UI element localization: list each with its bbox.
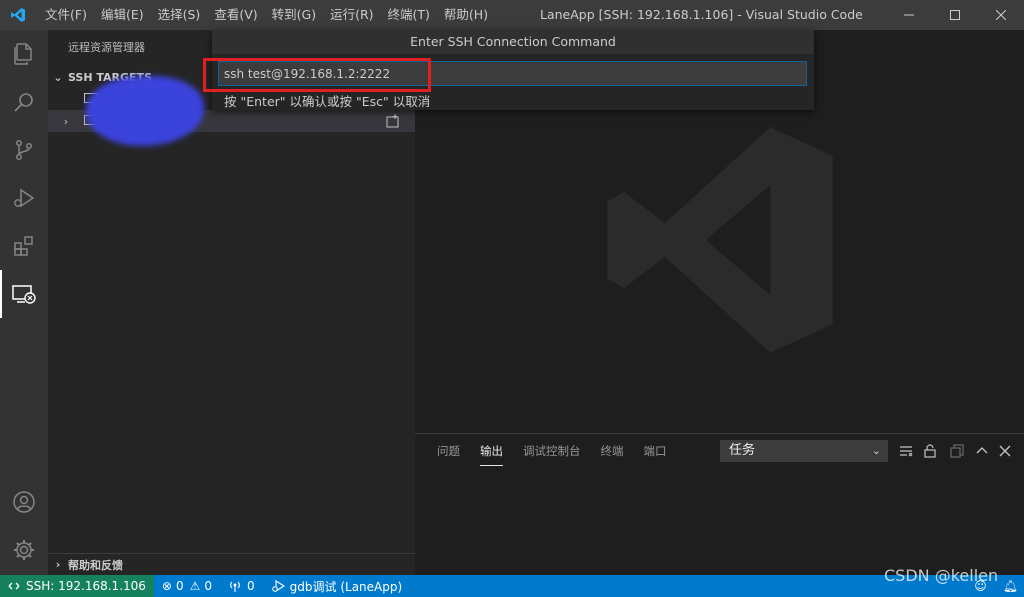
debug-icon <box>271 580 285 592</box>
minimize-button[interactable] <box>886 0 932 30</box>
output-channel-select[interactable]: 任务 ⌄ <box>720 440 888 462</box>
tab-ports[interactable]: 端口 <box>634 434 677 468</box>
window-controls <box>886 0 1024 30</box>
remote-indicator[interactable]: SSH: 192.168.1.106 <box>0 575 154 597</box>
highlight-annotation <box>203 58 431 92</box>
debug-config-indicator[interactable]: gdb调试 (LaneApp) <box>263 575 411 597</box>
quick-input-hint: 按 "Enter" 以确认或按 "Esc" 以取消 <box>224 94 431 109</box>
warning-icon: ⚠ <box>189 579 201 593</box>
maximize-icon <box>950 10 960 20</box>
ports-count: 0 <box>247 579 255 593</box>
notifications-bell-icon[interactable]: 🔔︎ <box>1003 579 1018 593</box>
new-window-icon[interactable] <box>385 113 401 129</box>
debug-config-label: gdb调试 (LaneApp) <box>289 579 403 594</box>
open-log-button[interactable] <box>948 442 966 460</box>
account-icon[interactable] <box>0 478 48 526</box>
tab-terminal[interactable]: 终端 <box>591 434 634 468</box>
menu-selection[interactable]: 选择(S) <box>151 0 208 30</box>
search-icon[interactable] <box>0 78 48 126</box>
close-panel-button[interactable] <box>996 442 1014 460</box>
chevron-down-icon: ⌄ <box>53 70 63 84</box>
extensions-icon[interactable] <box>0 222 48 270</box>
menu-bar: 文件(F) 编辑(E) 选择(S) 查看(V) 转到(G) 运行(R) 终端(T… <box>38 0 495 30</box>
title-bar: 文件(F) 编辑(E) 选择(S) 查看(V) 转到(G) 运行(R) 终端(T… <box>0 0 1024 30</box>
chevron-down-icon: ⌄ <box>871 444 881 457</box>
sidebar-title: 远程资源管理器 <box>68 41 145 54</box>
help-feedback-label: 帮助和反馈 <box>68 558 123 572</box>
menu-edit[interactable]: 编辑(E) <box>94 0 151 30</box>
menu-terminal[interactable]: 终端(T) <box>381 0 437 30</box>
menu-file[interactable]: 文件(F) <box>38 0 94 30</box>
source-watermark: CSDN @kellen <box>884 566 999 585</box>
lock-scroll-button[interactable] <box>921 442 939 460</box>
clear-list-icon <box>900 446 913 457</box>
maximize-panel-button[interactable] <box>973 442 991 460</box>
status-bar: SSH: 192.168.1.106 ⊗ 0 ⚠ 0 0 gdb调试 (Lane… <box>0 575 1024 597</box>
close-window-button[interactable] <box>978 0 1024 30</box>
window-title: LaneApp [SSH: 192.168.1.106] - Visual St… <box>540 7 863 22</box>
vscode-watermark-icon <box>607 127 833 353</box>
help-feedback-section[interactable]: › 帮助和反馈 <box>48 553 415 575</box>
settings-gear-icon[interactable] <box>0 526 48 574</box>
unlock-icon <box>924 444 936 458</box>
error-count: 0 <box>175 579 184 593</box>
chevron-right-icon: › <box>63 114 69 128</box>
quick-input-title: Enter SSH Connection Command <box>212 30 814 54</box>
menu-go[interactable]: 转到(G) <box>265 0 323 30</box>
menu-run[interactable]: 运行(R) <box>323 0 380 30</box>
vscode-logo-icon <box>0 0 36 30</box>
maximize-button[interactable] <box>932 0 978 30</box>
menu-view[interactable]: 查看(V) <box>207 0 264 30</box>
error-icon: ⊗ <box>161 579 172 593</box>
chevron-up-icon <box>976 447 988 454</box>
run-debug-icon[interactable] <box>0 174 48 222</box>
remote-icon <box>8 582 20 590</box>
close-icon <box>999 445 1011 457</box>
remote-label: SSH: 192.168.1.106 <box>26 579 146 593</box>
minimize-icon <box>904 14 914 16</box>
bottom-panel: 问题 输出 调试控制台 终端 端口 任务 ⌄ <box>415 433 1024 575</box>
tab-problems[interactable]: 问题 <box>427 434 470 468</box>
broadcast-icon <box>230 581 240 592</box>
panel-tabs: 问题 输出 调试控制台 终端 端口 <box>427 434 677 468</box>
explorer-icon[interactable] <box>0 30 48 78</box>
close-icon <box>996 10 1006 20</box>
activity-bar <box>0 30 48 575</box>
ports-indicator[interactable]: 0 <box>220 575 263 597</box>
clear-output-button[interactable] <box>897 442 915 460</box>
copy-icon <box>950 444 964 458</box>
source-control-icon[interactable] <box>0 126 48 174</box>
tab-debug-console[interactable]: 调试控制台 <box>513 434 591 468</box>
tab-output[interactable]: 输出 <box>470 434 513 468</box>
menu-help[interactable]: 帮助(H) <box>437 0 495 30</box>
output-channel-value: 任务 <box>729 443 756 458</box>
problems-indicator[interactable]: ⊗ 0 ⚠ 0 <box>154 575 220 597</box>
warning-count: 0 <box>204 579 213 593</box>
chevron-right-icon: › <box>55 558 61 571</box>
remote-explorer-icon[interactable] <box>0 270 48 318</box>
